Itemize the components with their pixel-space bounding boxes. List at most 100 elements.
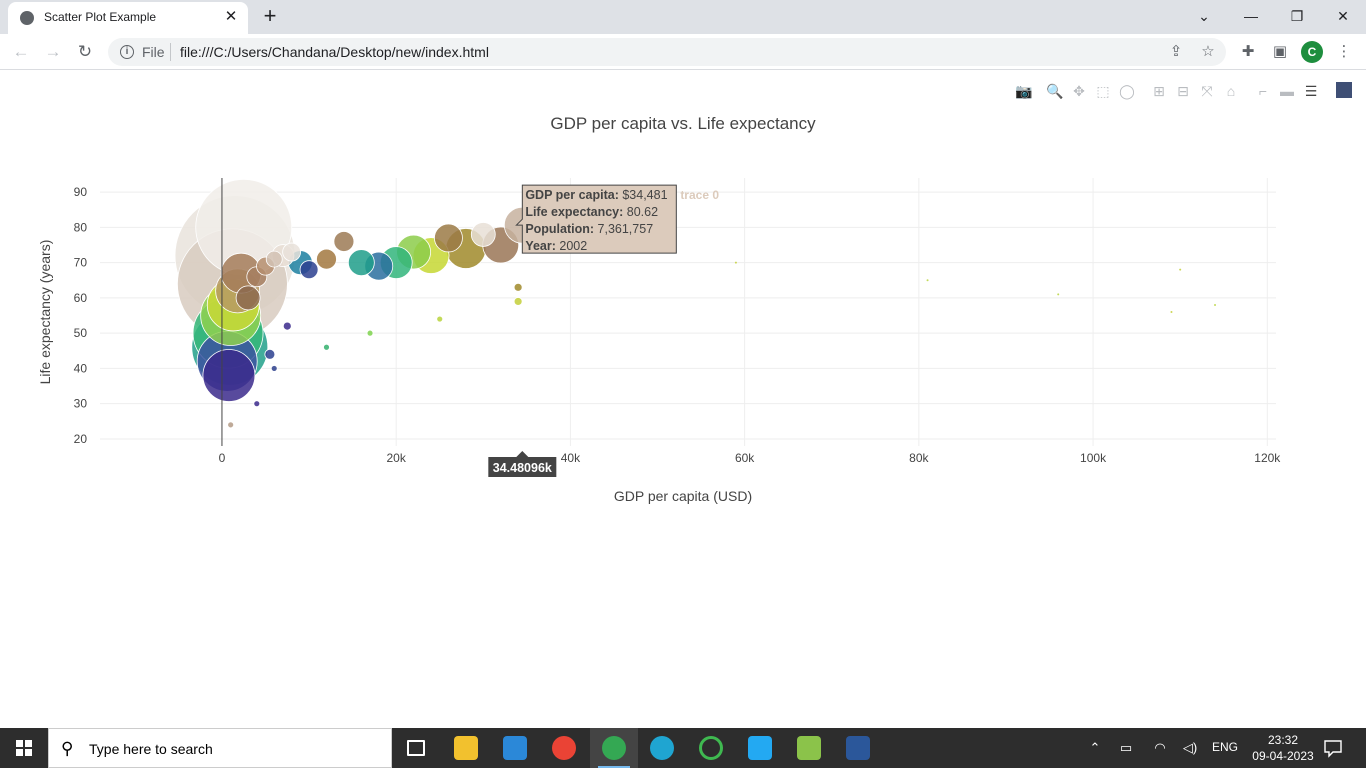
data-point [265,250,283,268]
camera-icon[interactable]: 📷 [1014,81,1034,101]
minimize-button[interactable]: — [1237,4,1265,28]
scatter-chart[interactable]: GDP per capita vs. Life expectancy 20 30 40… [0,71,1366,728]
data-point [333,231,355,252]
hover-line: Year: 2002 [525,239,587,253]
hover-line: Population: 7,361,757 [525,222,653,236]
data-point [235,285,261,311]
data-point [282,321,292,331]
search-icon: ⚲ [61,739,74,758]
store-icon[interactable] [491,728,539,768]
data-point [347,249,375,277]
data-point [513,282,523,292]
taskbar-search[interactable]: ⚲ Type here to search [48,728,392,768]
y-tick-label: 80 [74,220,88,234]
new-tab-button[interactable]: + [258,4,282,28]
menu-kebab-icon[interactable]: ⋮ [1333,41,1355,63]
url-text[interactable]: file:///C:/Users/Chandana/Desktop/new/in… [180,44,489,60]
zoom-icon[interactable]: 🔍 [1045,81,1065,101]
x-tick-label: 80k [909,451,929,465]
y-tick-label: 20 [74,432,88,446]
notepad-icon[interactable] [785,728,833,768]
x-spike-label: 34.48096k [493,461,552,475]
browser-tab[interactable]: Scatter Plot Example ✕ [8,2,248,34]
zoom-out-icon[interactable]: ⊟ [1173,81,1193,101]
info-icon[interactable]: i [120,45,134,59]
page-content: GDP per capita vs. Life expectancy 20 30 40… [0,71,1366,728]
data-point [323,343,330,351]
reload-button[interactable]: ↻ [72,40,98,64]
data-point [434,223,463,253]
back-button[interactable]: ← [8,40,34,64]
x-axis-label: GDP per capita (USD) [614,488,752,504]
chrome-profile-icon[interactable] [590,728,638,768]
data-point [227,421,235,429]
lasso-select-icon[interactable]: ◯ [1117,81,1137,101]
x-tick-label: 20k [386,451,406,465]
bookmark-star-icon[interactable]: ☆ [1198,42,1218,62]
reset-axes-icon[interactable]: ⌂ [1221,81,1241,101]
spike-lines-icon[interactable]: ⌐ [1253,81,1273,101]
chart-title: GDP per capita vs. Life expectancy [550,114,816,133]
notification-icon[interactable] [1322,738,1344,758]
forward-button[interactable]: → [40,40,66,64]
box-select-icon[interactable]: ⬚ [1093,81,1113,101]
search-placeholder: Type here to search [89,741,213,757]
pan-icon[interactable]: ✥ [1069,81,1089,101]
clock-date: 09-04-2023 [1252,749,1314,763]
data-point [1214,303,1217,306]
share-icon[interactable]: ⇪ [1166,42,1186,62]
chrome-icon[interactable] [540,728,588,768]
close-tab-icon[interactable]: ✕ [222,8,240,26]
chevron-up-icon[interactable]: ⌃ [1085,739,1105,757]
battery-icon[interactable]: ▭ [1116,739,1136,757]
hover-line: GDP per capita: $34,481 [525,188,667,202]
language-indicator[interactable]: ENG [1212,740,1238,754]
tab-title: Scatter Plot Example [44,10,157,24]
scatter-trace [174,178,1217,429]
file-explorer-icon[interactable] [442,728,490,768]
url-separator [170,43,171,61]
data-point [513,297,523,306]
hover-trace-name: trace 0 [680,188,719,202]
clock[interactable]: 23:32 09-04-2023 [1252,732,1314,764]
y-tick-label: 40 [74,361,88,375]
hover-closest-icon[interactable]: ▬ [1277,81,1297,101]
hover-compare-icon[interactable]: ☰ [1301,81,1321,101]
plotly-logo-icon[interactable] [1336,82,1352,98]
x-tick-label: 100k [1080,451,1107,465]
side-panel-icon[interactable]: ▣ [1269,41,1291,63]
data-point [264,348,276,360]
word-icon[interactable] [834,728,882,768]
volume-icon[interactable]: ◁) [1180,739,1200,757]
tab-search-icon[interactable]: ⌄ [1190,4,1218,28]
vscode-icon[interactable] [736,728,784,768]
y-tick-label: 50 [74,326,88,340]
zoom-in-icon[interactable]: ⊞ [1149,81,1169,101]
data-point [926,279,929,282]
y-tick-label: 90 [74,185,88,199]
profile-avatar[interactable]: C [1301,41,1323,63]
hover-line: Life expectancy: 80.62 [525,205,658,219]
data-point [366,329,374,337]
start-button[interactable] [0,728,48,768]
task-view-button[interactable] [392,728,440,768]
restore-button[interactable]: ❐ [1283,4,1311,28]
address-bar[interactable]: i File file:///C:/Users/Chandana/Desktop… [108,38,1226,66]
data-point [270,365,278,372]
close-window-button[interactable]: ✕ [1329,4,1357,28]
data-point [734,261,737,264]
data-point [202,349,256,402]
windows-logo-icon [16,740,32,756]
extensions-icon[interactable]: ✚ [1237,41,1259,63]
wifi-icon[interactable]: ◠ [1150,739,1170,757]
edge-icon[interactable] [638,728,686,768]
hover-tooltip: GDP per capita: $34,481 Life expectancy: … [515,184,719,254]
x-tick-label: 40k [561,451,581,465]
tab-bar: Scatter Plot Example ✕ + ⌄ — ❐ ✕ [0,0,1366,34]
app-ring-icon[interactable] [687,728,735,768]
data-point [253,400,261,408]
clock-time: 23:32 [1267,733,1299,747]
autoscale-icon[interactable]: ⤧ [1197,81,1217,101]
data-point [282,242,302,262]
data-point [436,315,444,323]
